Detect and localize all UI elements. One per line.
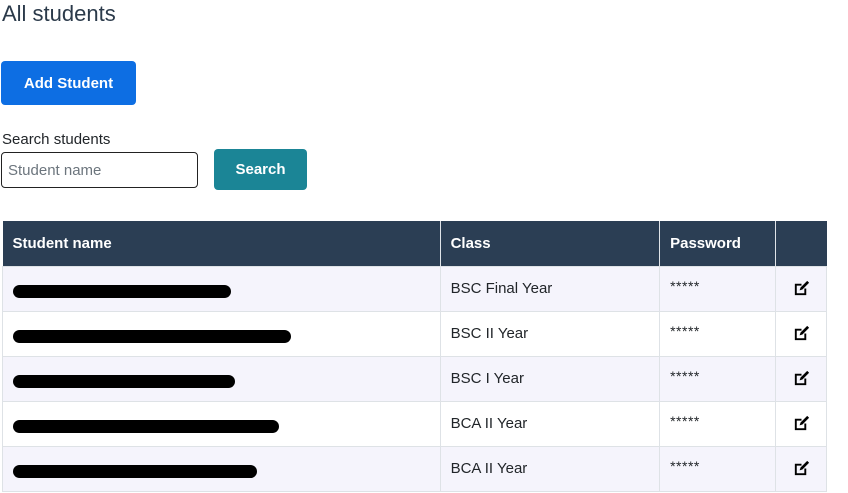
edit-icon[interactable]: [792, 369, 811, 388]
actions-cell: [775, 445, 827, 492]
add-student-button[interactable]: Add Student: [1, 61, 136, 105]
table-row: BCA II Year *****: [2, 400, 827, 447]
edit-icon[interactable]: [792, 459, 811, 478]
password-mask: *****: [670, 323, 700, 339]
password-cell: *****: [659, 445, 777, 492]
password-cell: *****: [659, 310, 777, 357]
header-class: Class: [440, 221, 661, 266]
search-label: Search students: [2, 131, 111, 148]
edit-icon[interactable]: [792, 414, 811, 433]
header-password: Password: [659, 221, 777, 266]
redacted-name: [13, 419, 279, 433]
redacted-name: [13, 374, 235, 388]
redacted-name: [13, 284, 231, 298]
actions-cell: [775, 355, 827, 402]
student-name-input[interactable]: [1, 152, 198, 188]
student-name-cell: [2, 355, 441, 402]
redacted-name: [13, 329, 291, 343]
actions-cell: [775, 400, 827, 447]
edit-icon[interactable]: [792, 279, 811, 298]
password-cell: *****: [659, 355, 777, 402]
edit-icon[interactable]: [792, 324, 811, 343]
password-cell: *****: [659, 400, 777, 447]
table-row: BCA II Year *****: [2, 445, 827, 492]
header-student-name: Student name: [2, 221, 441, 266]
student-name-cell: [2, 310, 441, 357]
actions-cell: [775, 310, 827, 357]
class-cell: BCA II Year: [439, 400, 661, 447]
redacted-name: [13, 464, 257, 478]
table-row: BSC II Year *****: [2, 310, 827, 357]
page-title: All students: [2, 1, 116, 26]
student-name-cell: [2, 400, 441, 447]
header-actions: [775, 221, 827, 266]
actions-cell: [775, 265, 827, 312]
table-row: BSC Final Year *****: [2, 265, 827, 312]
password-mask: *****: [670, 413, 700, 429]
password-mask: *****: [670, 278, 700, 294]
students-table: Student name Class Password BSC Final Ye…: [2, 221, 827, 492]
student-name-cell: [2, 265, 441, 312]
search-button[interactable]: Search: [214, 149, 307, 190]
class-cell: BSC Final Year: [439, 265, 661, 312]
class-cell: BCA II Year: [439, 445, 661, 492]
student-name-cell: [2, 445, 441, 492]
class-cell: BSC I Year: [439, 355, 661, 402]
password-mask: *****: [670, 368, 700, 384]
class-cell: BSC II Year: [439, 310, 661, 357]
table-header-row: Student name Class Password: [2, 221, 827, 266]
password-mask: *****: [670, 458, 700, 474]
table-row: BSC I Year *****: [2, 355, 827, 402]
password-cell: *****: [659, 265, 777, 312]
